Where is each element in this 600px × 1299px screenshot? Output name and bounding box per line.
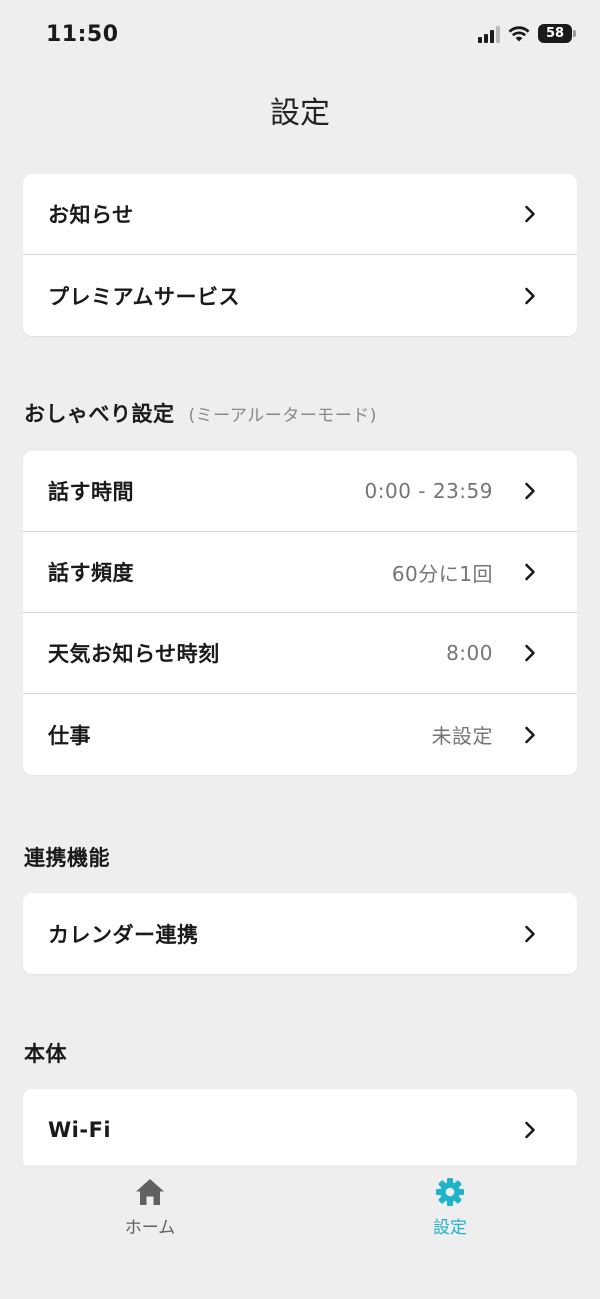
tab-label: ホーム [124, 1218, 176, 1238]
settings-item-work[interactable]: 仕事 未設定 [23, 694, 577, 775]
settings-item-weather-time[interactable]: 天気お知らせ時刻 8:00 [23, 613, 577, 694]
settings-item-talk-time[interactable]: 話す時間 0:00 - 23:59 [23, 451, 577, 532]
chevron-right-icon [523, 482, 537, 500]
settings-item-premium-service[interactable]: プレミアムサービス [23, 255, 577, 336]
status-bar: 11:50 58 [0, 0, 600, 72]
settings-item-label: 話す頻度 [48, 561, 134, 585]
chevron-right-icon [523, 563, 537, 581]
chevron-right-icon [523, 726, 537, 744]
settings-item-label: カレンダー連携 [48, 922, 199, 947]
device-card: Wi-Fi [23, 1089, 577, 1170]
chevron-right-icon [523, 644, 537, 662]
chevron-right-icon [523, 287, 537, 305]
settings-item-wifi[interactable]: Wi-Fi [23, 1089, 577, 1170]
wifi-icon [508, 26, 530, 42]
section-title-text: おしゃべり設定 [24, 402, 175, 426]
settings-item-value: 0:00 - 23:59 [364, 479, 493, 503]
settings-item-label: Wi-Fi [48, 1117, 112, 1142]
section-title-chat-settings: おしゃべり設定 (ミーアルーターモード) [24, 398, 377, 428]
chevron-right-icon [523, 205, 537, 223]
tab-label: 設定 [433, 1218, 467, 1238]
chevron-right-icon [523, 925, 537, 943]
status-icons: 58 [478, 24, 576, 43]
settings-item-calendar-integration[interactable]: カレンダー連携 [23, 893, 577, 974]
gear-icon [435, 1177, 465, 1207]
tab-settings[interactable]: 設定 [390, 1177, 510, 1238]
section-title-integrations: 連携機能 [24, 846, 110, 870]
settings-item-label: 話す時間 [48, 480, 134, 504]
settings-item-label: 天気お知らせ時刻 [48, 642, 220, 666]
settings-item-label: お知らせ [48, 203, 134, 227]
settings-item-notices[interactable]: お知らせ [23, 174, 577, 255]
status-time: 11:50 [46, 22, 119, 47]
section-subtitle: (ミーアルーターモード) [188, 406, 377, 426]
general-settings-card: お知らせ プレミアムサービス [23, 174, 577, 336]
tab-bar: ホーム 設定 [0, 1165, 600, 1299]
home-icon [136, 1179, 164, 1205]
tab-home[interactable]: ホーム [90, 1177, 210, 1238]
settings-item-label: 仕事 [48, 723, 91, 748]
cellular-signal-icon [478, 25, 500, 43]
chevron-right-icon [523, 1121, 537, 1139]
settings-item-value: 60分に1回 [391, 561, 493, 586]
settings-item-talk-frequency[interactable]: 話す頻度 60分に1回 [23, 532, 577, 613]
settings-item-label: プレミアムサービス [48, 284, 241, 309]
settings-item-value: 未設定 [431, 724, 493, 748]
section-title-device: 本体 [24, 1042, 67, 1066]
chat-settings-card: 話す時間 0:00 - 23:59 話す頻度 60分に1回 天気お知らせ時刻 8… [23, 451, 577, 775]
battery-icon: 58 [538, 24, 576, 43]
integrations-card: カレンダー連携 [23, 893, 577, 974]
page-title: 設定 [270, 96, 330, 131]
settings-item-value: 8:00 [446, 641, 493, 665]
